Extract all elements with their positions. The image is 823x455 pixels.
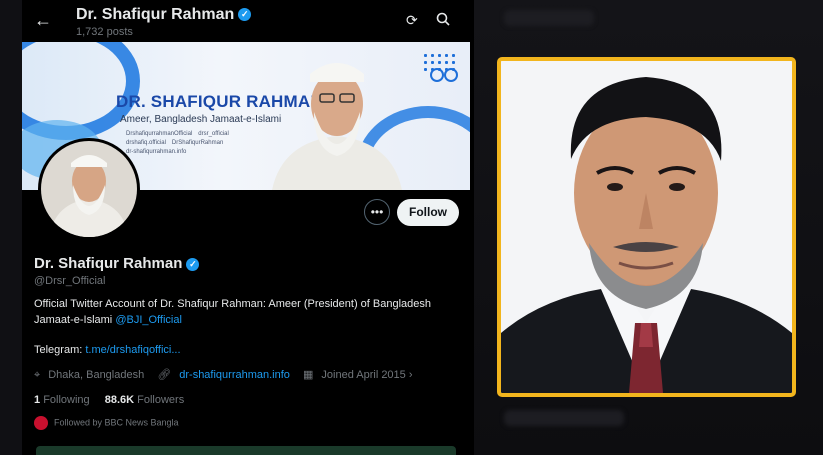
- followers-link[interactable]: 88.6K Followers: [105, 394, 185, 406]
- calendar-icon: ▦: [302, 369, 314, 381]
- location-pin-icon: ⌖: [34, 369, 41, 381]
- portrait-photo: [497, 57, 796, 397]
- blurred-text-decoration: [504, 410, 624, 426]
- profile-handle: @Drsr_Official: [34, 275, 106, 287]
- banner-social-links: DrshafiqurrahmanOfficial drsr_official dr…: [126, 131, 229, 155]
- refresh-icon[interactable]: ⟳: [406, 12, 418, 29]
- verified-badge-icon: ✓: [186, 257, 200, 271]
- arrow-left-icon[interactable]: ←: [34, 11, 52, 29]
- left-margin: [0, 0, 22, 455]
- chevron-right-icon: ›: [408, 369, 413, 381]
- banner-ring-decoration: [430, 68, 444, 82]
- bbc-avatar-icon: [34, 416, 48, 430]
- link-icon: 🔗︎: [157, 369, 172, 381]
- portrait-photo-image: [501, 61, 792, 393]
- header-name: Dr. Shafiqur Rahman ✓: [76, 6, 252, 24]
- follow-button[interactable]: Follow: [397, 199, 459, 226]
- profile-avatar[interactable]: [38, 138, 140, 240]
- x-profile-panel: ← Dr. Shafiqur Rahman ✓ 1,732 posts ⟳ DR.…: [22, 0, 474, 455]
- followed-by[interactable]: Followed by BBC News Bangla: [34, 416, 179, 430]
- profile-bio: Official Twitter Account of Dr. Shafiqur…: [34, 298, 432, 326]
- post-count: 1,732 posts: [76, 26, 133, 38]
- telegram-line: Telegram: t.me/drshafiqoffici...: [34, 344, 181, 356]
- banner-ring-decoration: [444, 68, 458, 82]
- location-text: Dhaka, Bangladesh: [48, 369, 145, 381]
- profile-header-bar: ← Dr. Shafiqur Rahman ✓ 1,732 posts ⟳: [22, 0, 474, 42]
- profile-meta: ⌖ Dhaka, Bangladesh 🔗︎ dr-shafiqurrahman.i…: [34, 368, 413, 382]
- bottom-edge-bar: [36, 446, 456, 455]
- more-options-button[interactable]: •••: [364, 199, 390, 225]
- profile-name: Dr. Shafiqur Rahman ✓: [34, 255, 200, 272]
- bio-mention-link[interactable]: @BJI_Official: [115, 314, 182, 326]
- banner-portrait-image: [272, 63, 402, 190]
- joined-text: Joined April 2015: [321, 369, 406, 381]
- telegram-link[interactable]: t.me/drshafiqoffici...: [85, 344, 180, 356]
- following-link[interactable]: 1 Following: [34, 394, 90, 406]
- verified-badge-icon: ✓: [238, 8, 252, 22]
- search-icon[interactable]: [436, 12, 450, 29]
- follow-stats: 1 Following 88.6K Followers: [34, 394, 184, 406]
- website-link[interactable]: dr-shafiqurrahman.info: [179, 369, 290, 381]
- blurred-text-decoration: [504, 10, 594, 26]
